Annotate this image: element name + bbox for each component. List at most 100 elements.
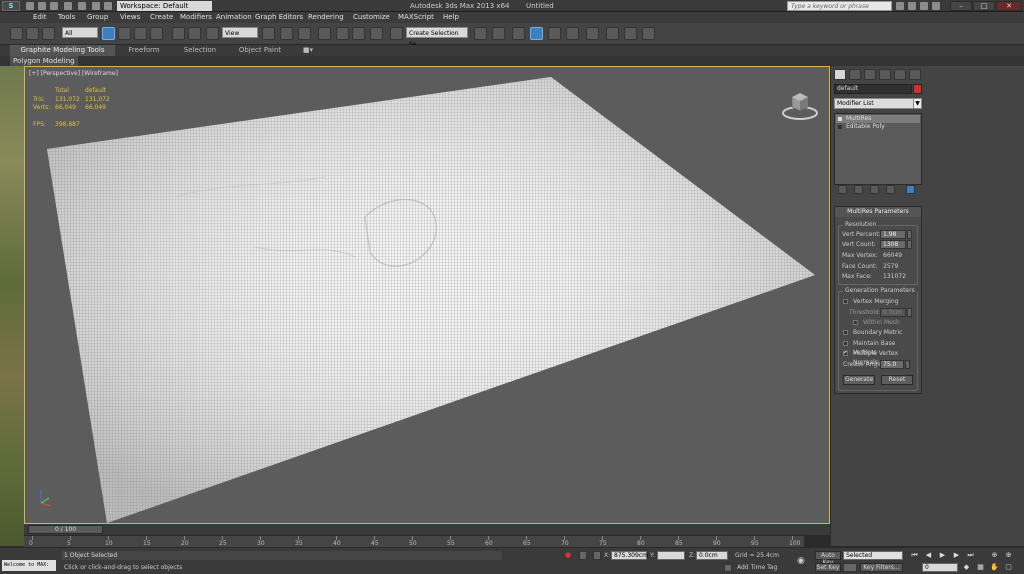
create-tab-icon[interactable]: [834, 69, 846, 80]
select-and-rotate-icon[interactable]: [188, 27, 201, 40]
reset-button[interactable]: Reset: [881, 375, 913, 385]
current-frame-field[interactable]: 0: [922, 563, 958, 572]
rectangular-selection-icon[interactable]: [134, 27, 147, 40]
key-mode-dropdown[interactable]: Selected: [843, 551, 903, 560]
render-production-icon[interactable]: [642, 27, 655, 40]
time-slider[interactable]: 0 / 100: [24, 524, 830, 535]
threshold-spinner[interactable]: [907, 308, 912, 317]
motion-tab-icon[interactable]: [879, 69, 891, 80]
maximize-viewport-icon[interactable]: ▢: [1004, 563, 1013, 571]
tab-selection[interactable]: Selection: [175, 45, 225, 56]
go-to-end-icon[interactable]: ⏭: [966, 551, 975, 559]
time-slider-handle[interactable]: 0 / 100: [28, 525, 103, 534]
menu-create[interactable]: Create: [150, 12, 173, 23]
utilities-tab-icon[interactable]: [909, 69, 921, 80]
display-tab-icon[interactable]: [894, 69, 906, 80]
viewport-label[interactable]: [+] [Perspective] [Wireframe]: [29, 70, 118, 77]
menu-views[interactable]: Views: [120, 12, 140, 23]
auto-key-button[interactable]: Auto Key: [815, 551, 841, 566]
search-input[interactable]: Type a keyword or phrase: [787, 1, 892, 11]
stack-item-multires[interactable]: MultiRes: [836, 115, 920, 123]
help-icon[interactable]: [932, 2, 940, 10]
edit-named-selection-icon[interactable]: [390, 27, 403, 40]
select-by-name-icon[interactable]: [118, 27, 131, 40]
set-key-button[interactable]: Set Key: [815, 563, 841, 572]
modify-tab-icon[interactable]: [849, 69, 861, 80]
open-file-icon[interactable]: [38, 2, 46, 10]
key-filters-button[interactable]: Key Filters...: [860, 563, 903, 572]
generate-button[interactable]: Generate: [843, 375, 875, 385]
modifier-list-dropdown[interactable]: Modifier List: [834, 98, 922, 109]
menu-help[interactable]: Help: [443, 12, 459, 23]
schematic-view-icon[interactable]: [566, 27, 579, 40]
bind-to-space-warp-icon[interactable]: [42, 27, 55, 40]
menu-maxscript[interactable]: MAXScript: [398, 12, 434, 23]
time-configuration-icon[interactable]: ▦: [976, 563, 985, 571]
ribbon-options-icon[interactable]: ■▾: [300, 45, 316, 56]
material-editor-icon[interactable]: [586, 27, 599, 40]
z-coordinate-field[interactable]: 0.0cm: [696, 551, 728, 560]
graphite-ribbon-icon[interactable]: [530, 27, 543, 40]
close-button[interactable]: ✕: [996, 1, 1022, 11]
layer-manager-icon[interactable]: [512, 27, 525, 40]
within-mesh-checkbox[interactable]: [853, 320, 858, 325]
save-file-icon[interactable]: [50, 2, 58, 10]
snaps-toggle-icon[interactable]: [318, 27, 331, 40]
menu-customize[interactable]: Customize: [353, 12, 390, 23]
multiple-vertex-normals-checkbox[interactable]: [843, 349, 848, 356]
vert-count-spinner[interactable]: [907, 240, 912, 249]
curve-editor-icon[interactable]: [548, 27, 561, 40]
percent-snap-icon[interactable]: [352, 27, 365, 40]
rollout-title[interactable]: MultiRes Parameters: [835, 207, 921, 217]
boundary-metric-checkbox[interactable]: [843, 330, 848, 335]
key-icon[interactable]: ◉: [797, 556, 811, 566]
menu-rendering[interactable]: Rendering: [308, 12, 344, 23]
viewcube-icon[interactable]: [780, 85, 820, 121]
tab-graphite-modeling-tools[interactable]: Graphite Modeling Tools: [10, 45, 115, 56]
perspective-viewport[interactable]: [+] [Perspective] [Wireframe] Total defau…: [24, 66, 830, 524]
vertex-merging-checkbox[interactable]: [843, 299, 848, 304]
workspace-dropdown[interactable]: Workspace: Default: [117, 1, 212, 11]
absolute-mode-icon[interactable]: [593, 551, 601, 560]
align-icon[interactable]: [492, 27, 505, 40]
window-crossing-icon[interactable]: [150, 27, 163, 40]
rendered-frame-window-icon[interactable]: [624, 27, 637, 40]
go-to-start-icon[interactable]: ⏮: [910, 551, 919, 559]
render-setup-icon[interactable]: [606, 27, 619, 40]
select-object-icon[interactable]: [102, 27, 115, 40]
configure-modifier-sets-icon[interactable]: [906, 185, 915, 194]
vert-percent-spinner[interactable]: [907, 230, 912, 239]
favorites-icon[interactable]: [920, 2, 928, 10]
select-and-move-icon[interactable]: [172, 27, 185, 40]
maxscript-listener[interactable]: Welcome to MAX:: [2, 560, 56, 571]
object-name-field[interactable]: default: [834, 84, 912, 94]
lightbulb-icon[interactable]: [838, 117, 842, 121]
unlink-selection-icon[interactable]: [26, 27, 39, 40]
maintain-base-vertices-checkbox[interactable]: [843, 341, 848, 346]
select-and-link-icon[interactable]: [10, 27, 23, 40]
crease-angle-spinner[interactable]: [905, 360, 910, 369]
time-tag-icon[interactable]: [724, 564, 732, 572]
keyboard-shortcut-override-icon[interactable]: [298, 27, 311, 40]
tab-polygon-modeling[interactable]: Polygon Modeling: [10, 56, 78, 66]
tab-object-paint[interactable]: Object Paint: [230, 45, 290, 56]
search-icon[interactable]: [896, 2, 904, 10]
communication-center-icon[interactable]: [908, 2, 916, 10]
pivot-center-icon[interactable]: [262, 27, 275, 40]
threshold-field[interactable]: 0.0cm: [880, 308, 906, 317]
object-color-swatch[interactable]: [913, 84, 922, 94]
menu-edit[interactable]: Edit: [33, 12, 47, 23]
fetch-icon[interactable]: [104, 2, 112, 10]
x-coordinate-field[interactable]: 875.309cm: [611, 551, 648, 560]
menu-modifiers[interactable]: Modifiers: [180, 12, 212, 23]
vert-count-field[interactable]: 1308: [880, 240, 906, 249]
menu-group[interactable]: Group: [87, 12, 108, 23]
mirror-icon[interactable]: [474, 27, 487, 40]
vert-percent-field[interactable]: 1.98: [880, 230, 906, 239]
app-logo-icon[interactable]: S: [2, 1, 20, 11]
select-and-scale-icon[interactable]: [206, 27, 219, 40]
pin-stack-icon[interactable]: [838, 185, 847, 194]
set-key-icon[interactable]: [843, 563, 857, 572]
pan-view-icon[interactable]: ✋: [990, 563, 999, 571]
spinner-snap-icon[interactable]: [370, 27, 383, 40]
